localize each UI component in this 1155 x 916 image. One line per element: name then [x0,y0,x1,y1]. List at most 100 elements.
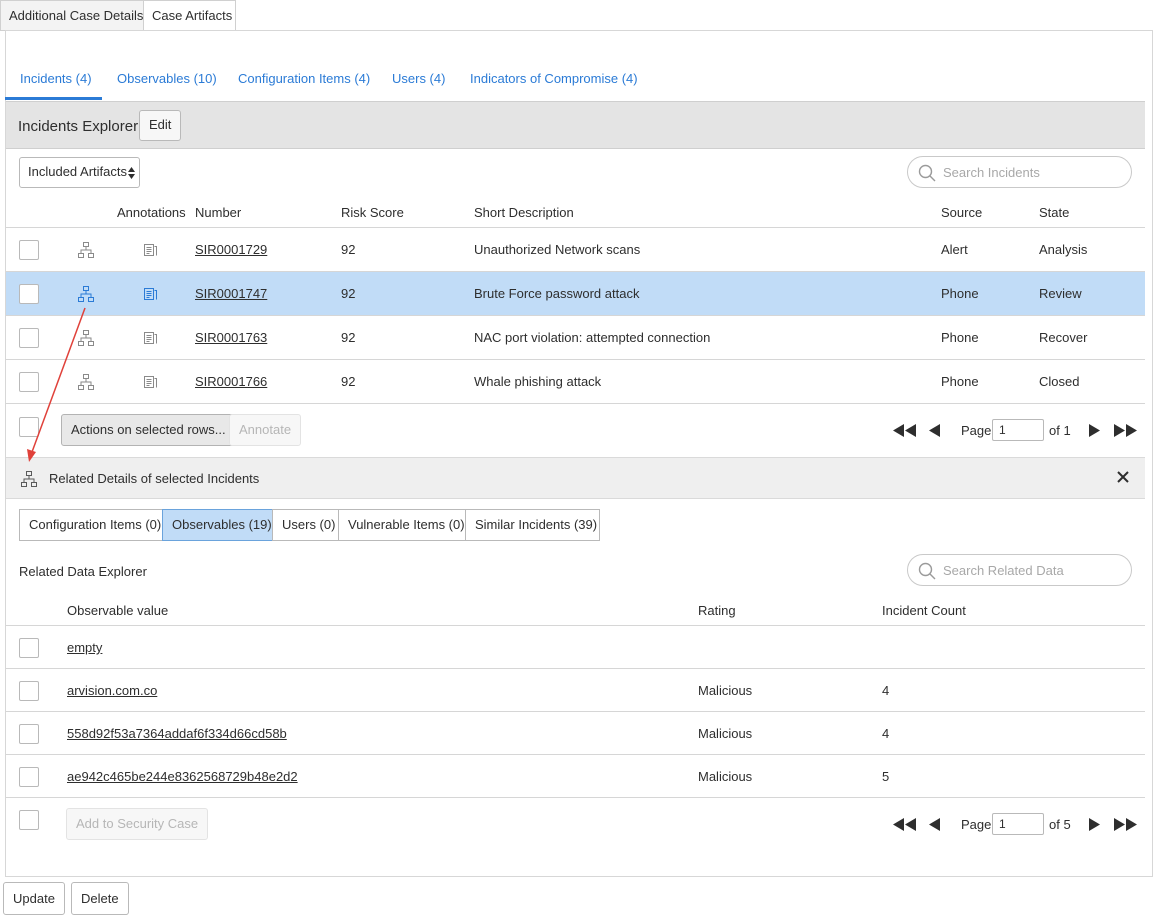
state: Review [1039,286,1082,301]
close-icon[interactable] [1117,471,1129,483]
prev-page-icon[interactable] [929,424,941,437]
tab-case-artifacts[interactable]: Case Artifacts [143,0,236,31]
related-details-bar: Related Details of selected Incidents [6,457,1145,499]
edit-button[interactable]: Edit [139,110,182,141]
row-checkbox[interactable] [19,638,39,658]
short-description: Brute Force password attack [474,286,640,301]
incident-count: 4 [882,726,890,741]
active-tab-indicator [5,97,102,100]
col-annotations[interactable]: Annotations [117,205,186,220]
page-number-input[interactable]: 1 [992,813,1044,835]
included-artifacts-select-value: Included Artifacts [28,164,127,179]
table-row[interactable]: ae942c465be244e8362568729b48e2d2 Malicio… [6,755,1145,798]
incident-number-link[interactable]: SIR0001729 [195,242,267,257]
incident-number-link[interactable]: SIR0001763 [195,330,267,345]
short-description: Whale phishing attack [474,374,602,389]
source: Alert [941,242,968,257]
table-row[interactable]: SIR0001763 92 NAC port violation: attemp… [6,316,1145,359]
annotation-icon[interactable] [144,375,157,388]
table-row[interactable]: SIR0001747 92 Brute Force password attac… [6,272,1145,315]
page-count: of 1 [1049,423,1071,438]
row-checkbox[interactable] [19,240,39,260]
annotation-icon[interactable] [144,331,157,344]
tab-observables[interactable]: Observables (10) [117,71,217,86]
col-observable-value[interactable]: Observable value [67,603,168,618]
col-state[interactable]: State [1039,205,1069,220]
search-related-data-input[interactable]: Search Related Data [907,554,1132,586]
divider [6,797,1145,798]
tab-indicators-of-compromise[interactable]: Indicators of Compromise (4) [470,71,638,86]
observable-value-link[interactable]: empty [67,640,102,655]
row-checkbox[interactable] [19,681,39,701]
short-description: Unauthorized Network scans [474,242,641,257]
delete-button[interactable]: Delete [71,882,129,915]
search-related-data-placeholder: Search Related Data [943,563,1064,578]
next-page-icon[interactable] [1088,818,1100,831]
tab-users[interactable]: Users (4) [392,71,445,86]
add-to-security-case-button[interactable]: Add to Security Case [66,808,209,840]
risk-score: 92 [341,286,356,301]
col-number[interactable]: Number [195,205,241,220]
incident-number-link[interactable]: SIR0001766 [195,374,267,389]
source: Phone [941,286,979,301]
risk-score: 92 [341,330,356,345]
rating: Malicious [698,769,753,784]
last-page-icon[interactable] [1113,424,1138,437]
observable-value-link[interactable]: ae942c465be244e8362568729b48e2d2 [67,769,298,784]
table-row[interactable]: SIR0001729 92 Unauthorized Network scans… [6,228,1145,271]
row-checkbox[interactable] [19,724,39,744]
first-page-icon[interactable] [892,424,917,437]
annotation-arrow [27,307,86,462]
source: Phone [941,330,979,345]
next-page-icon[interactable] [1088,424,1100,437]
page-label: Page [961,817,992,832]
select-all-related-checkbox[interactable] [19,810,39,830]
included-artifacts-select[interactable]: Included Artifacts [19,157,140,188]
search-icon [918,164,936,182]
table-row[interactable]: SIR0001766 92 Whale phishing attack Phon… [6,360,1145,403]
tab-additional-case-details[interactable]: Additional Case Details [0,0,144,31]
col-incident-count[interactable]: Incident Count [882,603,966,618]
observable-value-link[interactable]: arvision.com.co [67,683,157,698]
tab-related-observables[interactable]: Observables (19) [162,509,273,541]
col-rating[interactable]: Rating [698,603,736,618]
related-data-explorer-label: Related Data Explorer [19,564,147,579]
annotate-button[interactable]: Annotate [229,414,302,446]
incidents-explorer-title: Incidents Explorer [18,118,139,135]
table-row[interactable]: empty [6,626,1145,669]
annotation-icon[interactable] [144,243,157,256]
row-checkbox[interactable] [19,767,39,787]
divider [6,403,1145,404]
rating: Malicious [698,683,753,698]
incident-number-link[interactable]: SIR0001747 [195,286,267,301]
col-source[interactable]: Source [941,205,982,220]
tab-related-vulnerable-items[interactable]: Vulnerable Items (0) [338,509,466,541]
table-row[interactable]: 558d92f53a7364addaf6f334d66cd58b Malicio… [6,712,1145,755]
col-risk-score[interactable]: Risk Score [341,205,404,220]
incident-count: 4 [882,683,890,698]
hierarchy-icon[interactable] [78,242,94,258]
risk-score: 92 [341,242,356,257]
table-row[interactable]: arvision.com.co Malicious 4 [6,669,1145,712]
tab-incidents[interactable]: Incidents (4) [20,71,92,86]
risk-score: 92 [341,374,356,389]
page-number-input[interactable]: 1 [992,419,1044,441]
last-page-icon[interactable] [1113,818,1138,831]
first-page-icon[interactable] [892,818,917,831]
tab-related-similar-incidents[interactable]: Similar Incidents (39) [465,509,600,541]
state: Analysis [1039,242,1088,257]
observable-value-link[interactable]: 558d92f53a7364addaf6f334d66cd58b [67,726,287,741]
tab-configuration-items[interactable]: Configuration Items (4) [238,71,370,86]
search-icon [918,562,936,580]
tab-related-users[interactable]: Users (0) [272,509,339,541]
annotation-icon[interactable] [144,287,157,300]
sort-icon [128,167,135,179]
update-button[interactable]: Update [3,882,65,915]
tab-related-configuration-items[interactable]: Configuration Items (0) [19,509,163,541]
search-incidents-input[interactable]: Search Incidents [907,156,1132,188]
search-incidents-placeholder: Search Incidents [943,165,1040,180]
col-short-description[interactable]: Short Description [474,205,574,220]
incident-count: 5 [882,769,890,784]
page-label: Page [961,423,992,438]
prev-page-icon[interactable] [929,818,941,831]
